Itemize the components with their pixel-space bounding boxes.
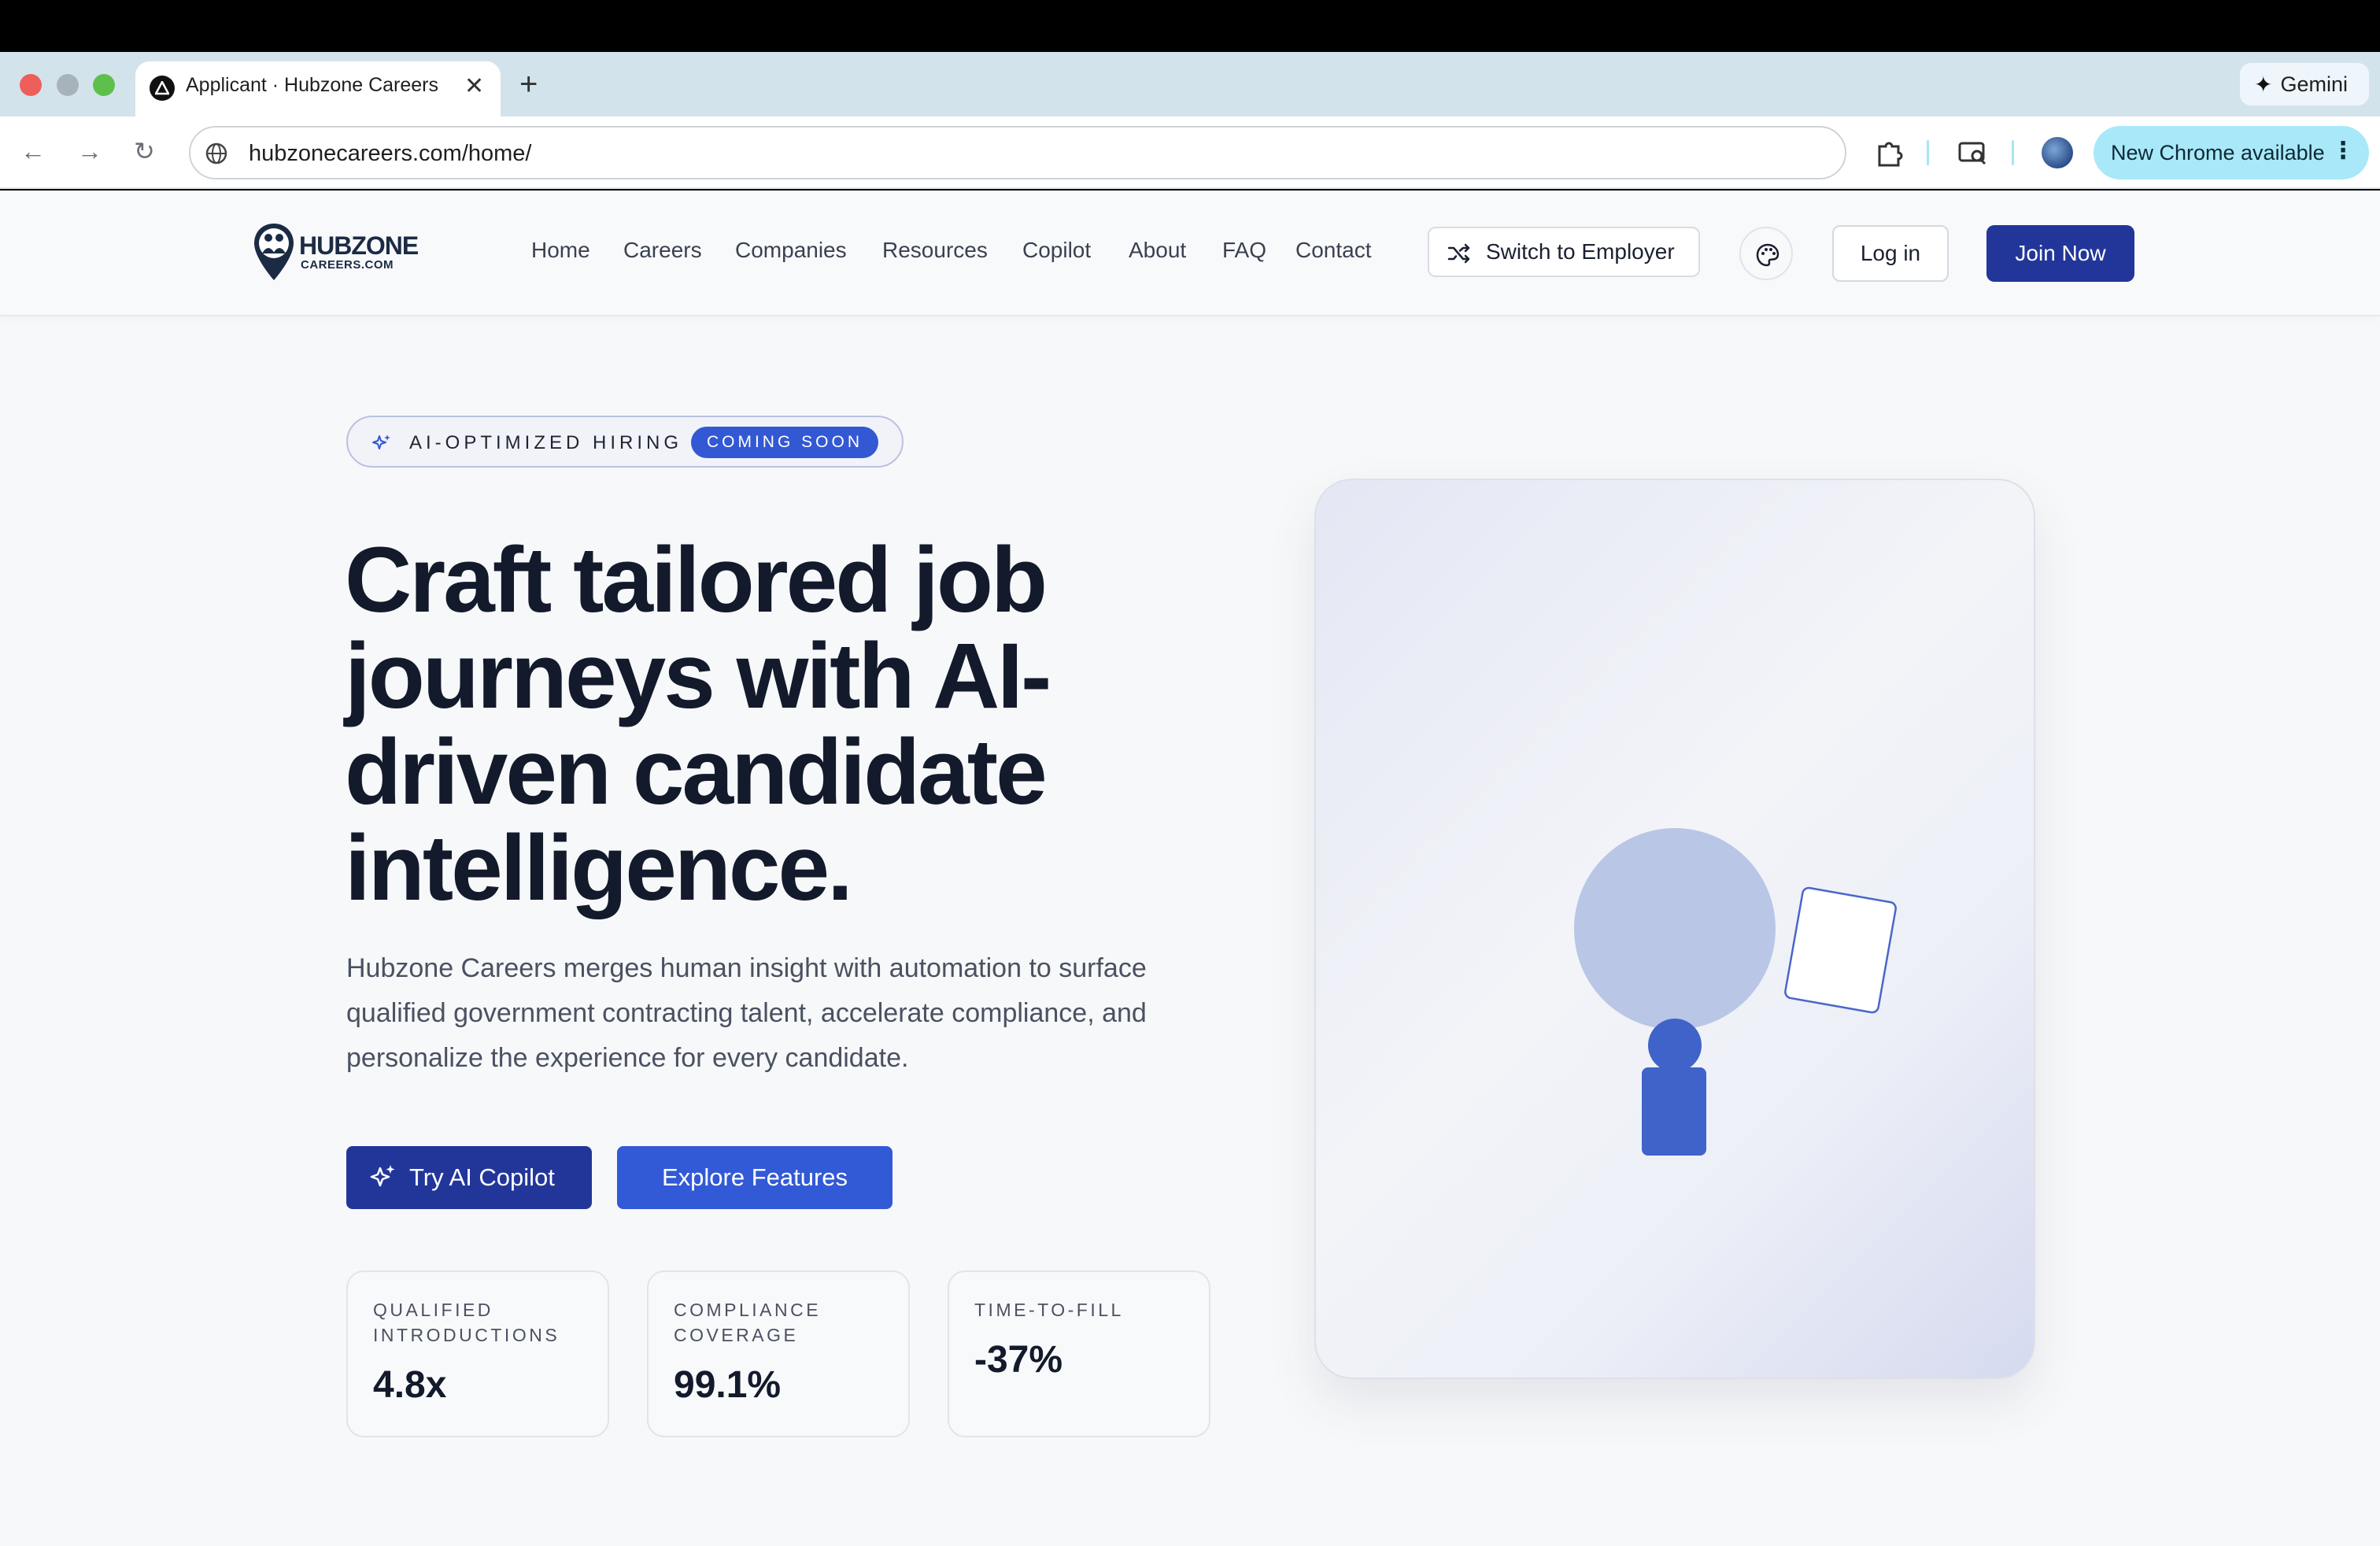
stat-value: -37% — [974, 1339, 1063, 1381]
nav-contact[interactable]: Contact — [1295, 238, 1372, 263]
chrome-update-button[interactable]: New Chrome available ⋮ — [2094, 126, 2369, 179]
url-text[interactable]: hubzonecareers.com/home/ — [249, 141, 531, 167]
nav-copilot[interactable]: Copilot — [1022, 238, 1091, 263]
logo-subtitle: CAREERS.COM — [301, 258, 394, 272]
gemini-label: Gemini — [2280, 72, 2348, 96]
nav-home[interactable]: Home — [531, 238, 590, 263]
address-bar[interactable]: hubzonecareers.com/home/ — [189, 126, 1846, 179]
hero-illustration-card — [1314, 479, 2035, 1379]
hero-headline: Craft tailored job journeys with AI-driv… — [345, 528, 1051, 920]
reload-icon[interactable]: ↻ — [134, 135, 155, 167]
site-header: HUBZONE CAREERS.COM Home Careers Compani… — [0, 190, 2380, 316]
profile-avatar[interactable] — [2042, 137, 2073, 168]
site-favicon-icon — [150, 76, 175, 101]
toolbar-divider — [1927, 140, 1929, 165]
back-icon[interactable]: ← — [20, 135, 46, 167]
nav-about[interactable]: About — [1129, 238, 1186, 263]
nav-careers[interactable]: Careers — [623, 238, 702, 263]
menu-icon[interactable]: ⋮ — [2331, 137, 2355, 165]
theme-palette-button[interactable] — [1739, 227, 1793, 280]
try-ai-copilot-label: Try AI Copilot — [409, 1163, 555, 1191]
shuffle-icon — [1447, 243, 1470, 264]
tab-close-icon[interactable]: ✕ — [464, 72, 484, 101]
nav-companies[interactable]: Companies — [735, 238, 847, 263]
stat-label: QUALIFIED INTRODUCTIONS — [373, 1300, 560, 1345]
gemini-button[interactable]: ✦ Gemini — [2240, 63, 2369, 105]
sparkles-icon — [370, 1165, 395, 1187]
try-ai-copilot-button[interactable]: Try AI Copilot — [346, 1146, 592, 1209]
stat-value: 99.1% — [674, 1364, 782, 1406]
site-logo[interactable]: HUBZONE CAREERS.COM — [252, 222, 419, 285]
switch-to-employer-button[interactable]: Switch to Employer — [1428, 227, 1700, 277]
sparkles-icon — [372, 435, 390, 449]
pill-text: AI-OPTIMIZED HIRING — [409, 432, 682, 453]
site-info-icon[interactable] — [205, 142, 228, 165]
join-now-button[interactable]: Join Now — [1986, 225, 2134, 282]
switch-label: Switch to Employer — [1486, 239, 1675, 264]
close-window-button[interactable] — [20, 74, 42, 96]
coming-soon-badge: COMING SOON — [691, 427, 878, 458]
stat-card: TIME-TO-FILL -37% — [948, 1270, 1210, 1437]
candidate-illustration — [1574, 828, 1897, 1156]
nav-resources[interactable]: Resources — [882, 238, 988, 263]
forward-icon[interactable]: → — [77, 135, 102, 167]
announcement-pill: AI-OPTIMIZED HIRING COMING SOON — [346, 416, 904, 468]
location-pin-icon — [254, 224, 294, 280]
update-label: New Chrome available — [2111, 140, 2325, 165]
palette-icon — [1756, 243, 1779, 267]
extensions-icon[interactable] — [1873, 137, 1905, 168]
stat-value: 4.8x — [373, 1364, 447, 1406]
stat-label: TIME-TO-FILL — [974, 1300, 1124, 1320]
new-tab-button[interactable]: + — [519, 65, 538, 104]
nav-faq[interactable]: FAQ — [1222, 238, 1266, 263]
stat-card: COMPLIANCE COVERAGE 99.1% — [647, 1270, 910, 1437]
explore-features-button[interactable]: Explore Features — [617, 1146, 893, 1209]
page-content: HUBZONE CAREERS.COM Home Careers Compani… — [0, 190, 2380, 1546]
sparkle-icon: ✦ — [2254, 72, 2273, 97]
maximize-window-button[interactable] — [93, 74, 115, 96]
cast-search-icon[interactable] — [1957, 137, 1988, 168]
hero-description: Hubzone Careers merges human insight wit… — [346, 953, 1147, 1073]
stat-card: QUALIFIED INTRODUCTIONS 4.8x — [346, 1270, 609, 1437]
tab-title: Applicant · Hubzone Careers — [186, 74, 438, 96]
login-button[interactable]: Log in — [1832, 225, 1949, 282]
os-menubar — [0, 0, 2380, 52]
minimize-window-button[interactable] — [57, 74, 79, 96]
toolbar-divider — [2012, 140, 2014, 165]
stat-label: COMPLIANCE COVERAGE — [674, 1300, 822, 1345]
logo-wordmark: HUBZONE — [299, 231, 419, 260]
browser-tab[interactable]: Applicant · Hubzone Careers ✕ — [135, 61, 501, 117]
